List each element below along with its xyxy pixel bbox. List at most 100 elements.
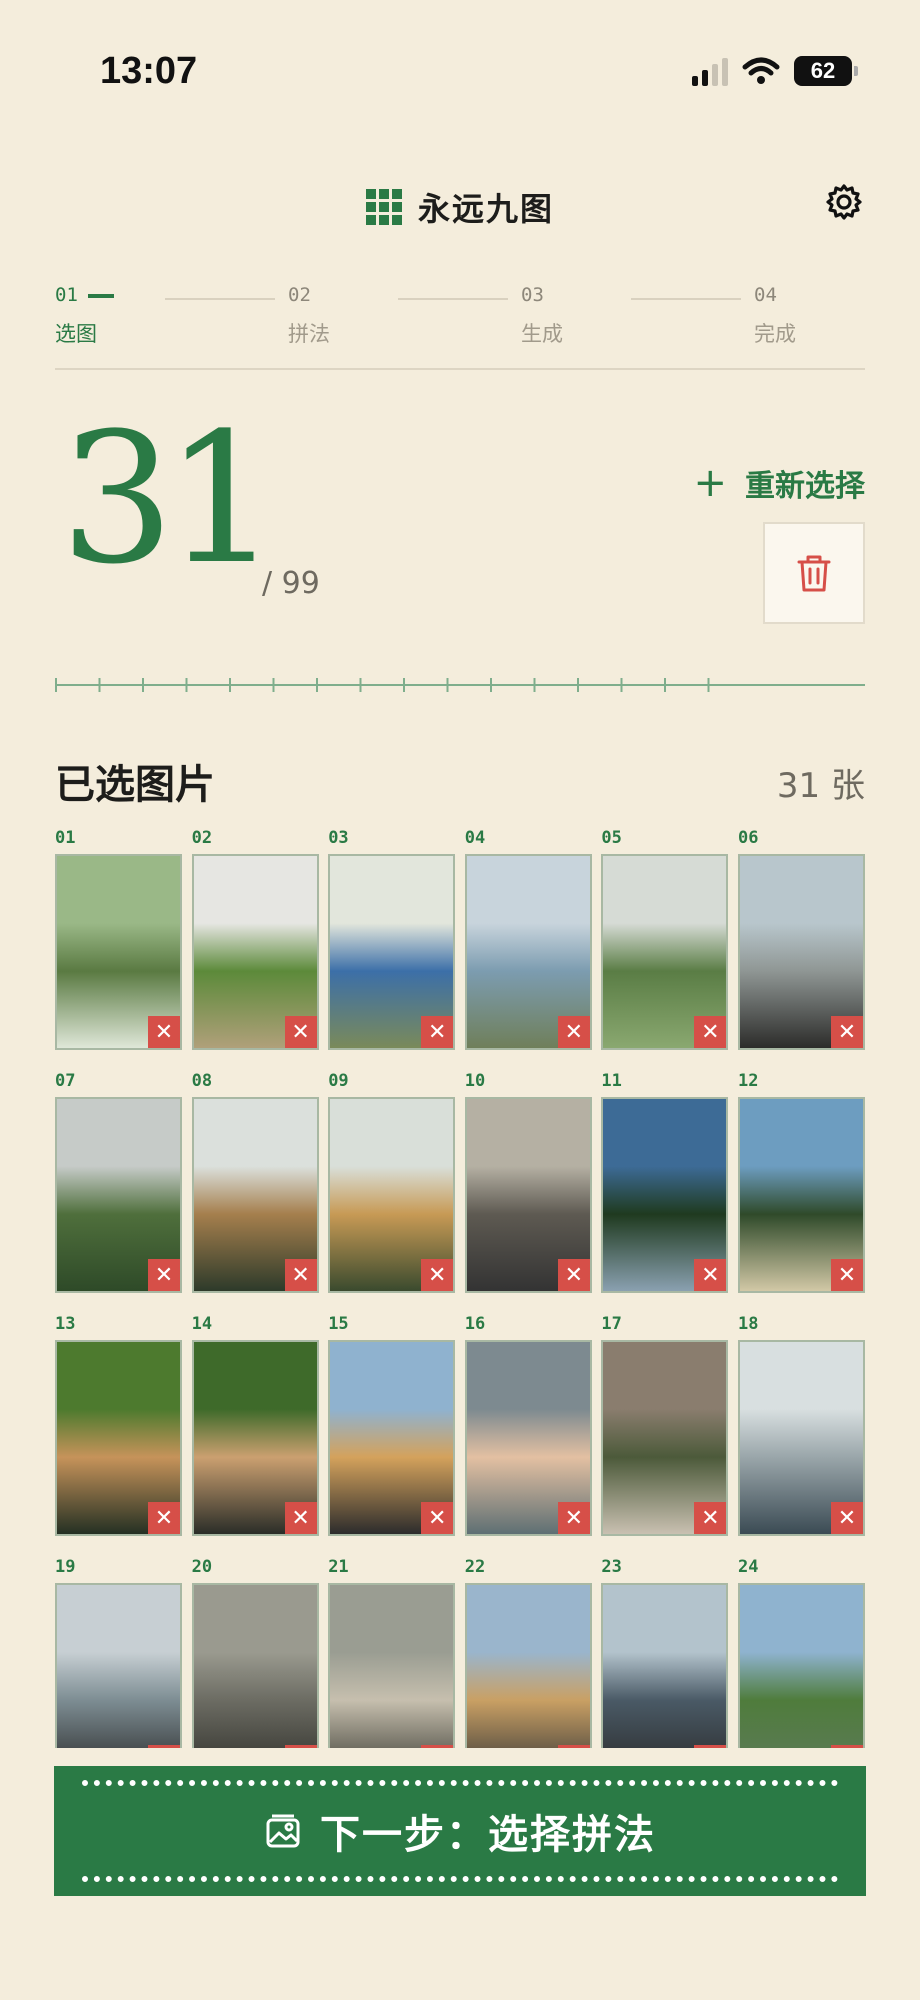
photo-item[interactable]: 17 ✕ (601, 1314, 729, 1536)
remove-photo-button[interactable]: ✕ (694, 1259, 727, 1291)
photo-thumbnail[interactable]: ✕ (601, 1340, 729, 1536)
photo-thumbnail[interactable]: ✕ (328, 1340, 456, 1536)
photo-index: 21 (328, 1557, 349, 1577)
gear-icon (826, 184, 862, 220)
step-label: 生成 (521, 322, 563, 346)
photo-thumbnail[interactable]: ✕ (328, 1583, 456, 1748)
step-2[interactable]: 02 拼法 (288, 284, 408, 348)
photo-item[interactable]: 24 ✕ (738, 1557, 865, 1748)
photo-thumbnail[interactable]: ✕ (328, 1097, 456, 1293)
remove-photo-button[interactable]: ✕ (284, 1745, 317, 1748)
photo-item[interactable]: 15 ✕ (328, 1314, 456, 1536)
photo-thumbnail[interactable]: ✕ (464, 1583, 592, 1748)
remove-photo-button[interactable]: ✕ (148, 1259, 180, 1291)
remove-photo-button[interactable]: ✕ (284, 1259, 317, 1291)
step-label: 拼法 (288, 322, 330, 346)
photo-thumbnail[interactable]: ✕ (464, 1097, 592, 1293)
photo-item[interactable]: 09 ✕ (328, 1071, 456, 1293)
photo-thumbnail[interactable]: ✕ (55, 1583, 182, 1748)
photo-index: 05 (601, 828, 622, 848)
remove-photo-button[interactable]: ✕ (148, 1745, 180, 1748)
photo-item[interactable]: 11 ✕ (601, 1071, 729, 1293)
clear-all-button[interactable] (763, 522, 865, 624)
photo-item[interactable]: 16 ✕ (464, 1314, 592, 1536)
photo-thumbnail[interactable]: ✕ (464, 854, 592, 1050)
step-label: 选图 (55, 322, 97, 346)
photo-index: 07 (55, 1071, 76, 1091)
step-1[interactable]: 01 选图 (55, 284, 175, 348)
photo-thumbnail[interactable]: ✕ (601, 854, 729, 1050)
photo-item[interactable]: 18 ✕ (738, 1314, 865, 1536)
remove-photo-button[interactable]: ✕ (284, 1016, 317, 1048)
step-number: 01 (55, 284, 78, 306)
reselect-button[interactable]: + 重新选择 (693, 460, 865, 506)
photo-thumbnail[interactable]: ✕ (55, 1097, 182, 1293)
photo-thumbnail[interactable]: ✕ (191, 1097, 319, 1293)
photo-thumbnail[interactable]: ✕ (55, 1340, 182, 1536)
remove-photo-button[interactable]: ✕ (557, 1745, 590, 1748)
remove-photo-button[interactable]: ✕ (694, 1745, 727, 1748)
remove-photo-button[interactable]: ✕ (421, 1502, 454, 1534)
remove-photo-button[interactable]: ✕ (831, 1016, 863, 1048)
section-count: 31 张 (776, 766, 865, 806)
photo-item[interactable]: 14 ✕ (191, 1314, 319, 1536)
battery-icon: 62 (794, 56, 858, 86)
remove-photo-button[interactable]: ✕ (831, 1745, 863, 1748)
photo-item[interactable]: 23 ✕ (601, 1557, 729, 1748)
step-4[interactable]: 04 完成 (754, 284, 874, 348)
photo-thumbnail[interactable]: ✕ (738, 1583, 865, 1748)
remove-photo-button[interactable]: ✕ (694, 1016, 727, 1048)
photo-thumbnail[interactable]: ✕ (738, 854, 865, 1050)
photo-item[interactable]: 13 ✕ (55, 1314, 182, 1536)
section-title: 已选图片 (55, 762, 215, 808)
remove-photo-button[interactable]: ✕ (148, 1016, 180, 1048)
photo-thumbnail[interactable]: ✕ (738, 1340, 865, 1536)
photo-thumbnail[interactable]: ✕ (328, 854, 456, 1050)
photo-index: 09 (328, 1071, 349, 1091)
photo-item[interactable]: 02 ✕ (191, 828, 319, 1050)
photo-index: 15 (328, 1314, 349, 1334)
trash-icon (797, 555, 831, 592)
photo-item[interactable]: 12 ✕ (738, 1071, 865, 1293)
photo-thumbnail[interactable]: ✕ (191, 1340, 319, 1536)
photo-item[interactable]: 01 ✕ (55, 828, 182, 1050)
photo-item[interactable]: 22 ✕ (464, 1557, 592, 1748)
photo-item[interactable]: 06 ✕ (738, 828, 865, 1050)
remove-photo-button[interactable]: ✕ (557, 1016, 590, 1048)
remove-photo-button[interactable]: ✕ (421, 1259, 454, 1291)
step-3[interactable]: 03 生成 (521, 284, 641, 348)
status-icons: 62 (692, 56, 858, 86)
photo-item[interactable]: 19 ✕ (55, 1557, 182, 1748)
step-connector (165, 298, 275, 300)
photo-thumbnail[interactable]: ✕ (55, 854, 182, 1050)
photo-item[interactable]: 20 ✕ (191, 1557, 319, 1748)
remove-photo-button[interactable]: ✕ (421, 1745, 454, 1748)
photo-thumbnail[interactable]: ✕ (191, 854, 319, 1050)
photo-item[interactable]: 04 ✕ (464, 828, 592, 1050)
photo-thumbnail[interactable]: ✕ (601, 1097, 729, 1293)
remove-photo-button[interactable]: ✕ (831, 1259, 863, 1291)
photo-item[interactable]: 03 ✕ (328, 828, 456, 1050)
next-step-button[interactable]: 下一步：选择拼法 (54, 1766, 866, 1896)
photo-item[interactable]: 07 ✕ (55, 1071, 182, 1293)
photo-index: 14 (191, 1314, 213, 1334)
photo-thumbnail[interactable]: ✕ (464, 1340, 592, 1536)
remove-photo-button[interactable]: ✕ (284, 1502, 317, 1534)
remove-photo-button[interactable]: ✕ (831, 1502, 863, 1534)
remove-photo-button[interactable]: ✕ (694, 1502, 727, 1534)
photo-thumbnail[interactable]: ✕ (738, 1097, 865, 1293)
remove-photo-button[interactable]: ✕ (421, 1016, 454, 1048)
photo-item[interactable]: 10 ✕ (464, 1071, 592, 1293)
remove-photo-button[interactable]: ✕ (557, 1259, 590, 1291)
photo-thumbnail[interactable]: ✕ (191, 1583, 319, 1748)
remove-photo-button[interactable]: ✕ (557, 1502, 590, 1534)
photo-index: 01 (55, 828, 76, 848)
photo-item[interactable]: 08 ✕ (191, 1071, 319, 1293)
photo-index: 16 (464, 1314, 486, 1334)
photo-thumbnail[interactable]: ✕ (601, 1583, 729, 1748)
photo-item[interactable]: 21 ✕ (328, 1557, 456, 1748)
photo-grid: 01 ✕ 02 ✕ 03 ✕ 04 ✕ 05 ✕ 06 ✕ 07 ✕ 08 ✕ 09 ✕ 10 ✕ 11 ✕ 12 ✕ 13 ✕ 1… (55, 828, 865, 1748)
remove-photo-button[interactable]: ✕ (148, 1502, 180, 1534)
settings-button[interactable] (824, 182, 864, 222)
photo-item[interactable]: 05 ✕ (601, 828, 729, 1050)
